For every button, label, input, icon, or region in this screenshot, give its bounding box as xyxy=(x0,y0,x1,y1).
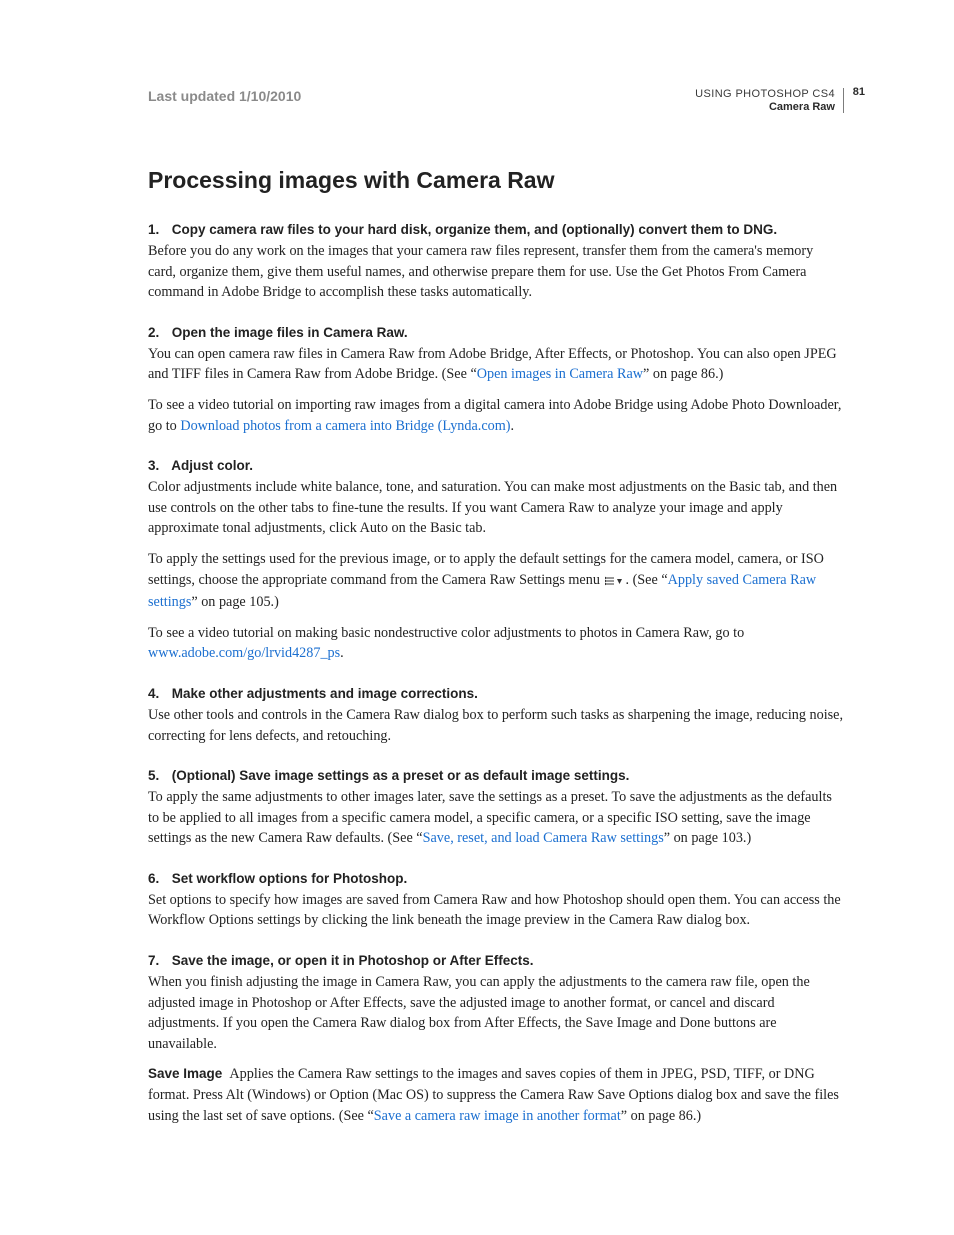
step-number: 7. xyxy=(148,953,168,968)
page: Last updated 1/10/2010 USING PHOTOSHOP C… xyxy=(0,0,954,1235)
page-header: Last updated 1/10/2010 USING PHOTOSHOP C… xyxy=(148,88,844,113)
step-title: (Optional) Save image settings as a pres… xyxy=(172,768,630,783)
step-title: Set workflow options for Photoshop. xyxy=(172,871,408,886)
step-7-body-2: Save Image Applies the Camera Raw settin… xyxy=(148,1064,844,1126)
link-open-images[interactable]: Open images in Camera Raw xyxy=(477,366,643,382)
step-4-body: Use other tools and controls in the Came… xyxy=(148,705,844,746)
settings-menu-icon xyxy=(605,572,623,593)
step-5-body: To apply the same adjustments to other i… xyxy=(148,787,844,849)
step-number: 2. xyxy=(148,325,168,340)
text: To see a video tutorial on making basic … xyxy=(148,625,744,641)
step-2-body-2: To see a video tutorial on importing raw… xyxy=(148,395,844,436)
step-5-heading: 5. (Optional) Save image settings as a p… xyxy=(148,768,844,783)
text: . (See “ xyxy=(625,572,667,588)
step-6-heading: 6. Set workflow options for Photoshop. xyxy=(148,871,844,886)
step-2-body-1: You can open camera raw files in Camera … xyxy=(148,344,844,385)
text: . xyxy=(340,645,344,661)
step-1-heading: 1. Copy camera raw files to your hard di… xyxy=(148,222,844,237)
step-6-body: Set options to specify how images are sa… xyxy=(148,890,844,931)
step-title: Open the image files in Camera Raw. xyxy=(172,325,408,340)
text: ” on page 86.) xyxy=(643,366,723,382)
last-updated: Last updated 1/10/2010 xyxy=(148,88,301,104)
step-number: 5. xyxy=(148,768,168,783)
step-2-heading: 2. Open the image files in Camera Raw. xyxy=(148,325,844,340)
header-right: USING PHOTOSHOP CS4 Camera Raw 81 xyxy=(695,88,844,113)
step-3-body-2: To apply the settings used for the previ… xyxy=(148,549,844,613)
step-number: 4. xyxy=(148,686,168,701)
link-save-another-format[interactable]: Save a camera raw image in another forma… xyxy=(374,1108,621,1124)
step-3-heading: 3. Adjust color. xyxy=(148,458,844,473)
step-3-body-1: Color adjustments include white balance,… xyxy=(148,477,844,539)
text: . xyxy=(511,418,515,434)
step-title: Adjust color. xyxy=(171,458,253,473)
link-download-photos[interactable]: Download photos from a camera into Bridg… xyxy=(180,418,510,434)
step-4-heading: 4. Make other adjustments and image corr… xyxy=(148,686,844,701)
link-video-tutorial[interactable]: www.adobe.com/go/lrvid4287_ps xyxy=(148,645,340,661)
step-number: 6. xyxy=(148,871,168,886)
step-number: 3. xyxy=(148,458,168,473)
page-title: Processing images with Camera Raw xyxy=(148,167,844,194)
step-number: 1. xyxy=(148,222,168,237)
step-3-body-3: To see a video tutorial on making basic … xyxy=(148,623,844,664)
page-number: 81 xyxy=(853,86,865,98)
text: ” on page 105.) xyxy=(191,594,278,610)
step-7-heading: 7. Save the image, or open it in Photosh… xyxy=(148,953,844,968)
text: ” on page 86.) xyxy=(621,1108,701,1124)
step-title: Copy camera raw files to your hard disk,… xyxy=(172,222,777,237)
text: ” on page 103.) xyxy=(664,830,751,846)
link-save-reset-load[interactable]: Save, reset, and load Camera Raw setting… xyxy=(423,830,664,846)
step-title: Save the image, or open it in Photoshop … xyxy=(172,953,534,968)
step-7-body-1: When you finish adjusting the image in C… xyxy=(148,972,844,1054)
step-title: Make other adjustments and image correct… xyxy=(172,686,478,701)
step-1-body: Before you do any work on the images tha… xyxy=(148,241,844,303)
save-image-runin: Save Image xyxy=(148,1066,222,1081)
section-name: Camera Raw xyxy=(695,101,835,113)
doc-title: USING PHOTOSHOP CS4 xyxy=(695,88,835,100)
